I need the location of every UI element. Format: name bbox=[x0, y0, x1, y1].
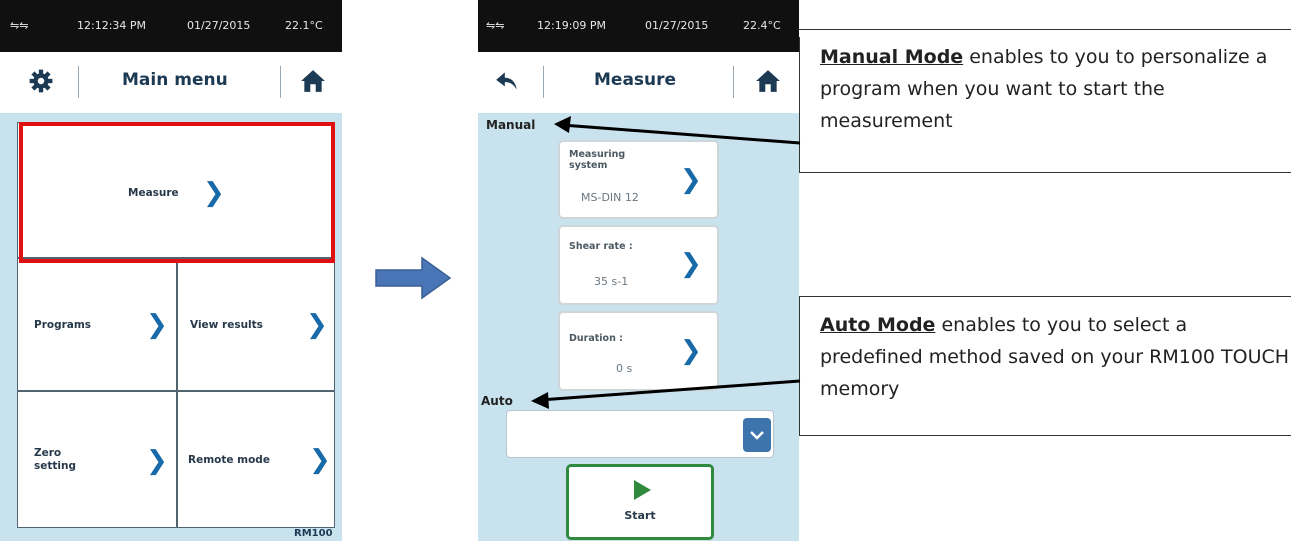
back-arrow-icon[interactable] bbox=[494, 68, 520, 94]
header-divider bbox=[280, 66, 281, 98]
manual-note-top-rule bbox=[799, 29, 1291, 30]
duration-card[interactable]: Duration : 0 s ❯ bbox=[558, 311, 719, 391]
status-bar: ⇋⇋ 12:12:34 PM 01/27/2015 22.1°C bbox=[0, 0, 342, 52]
usb-icon: ⇋⇋ bbox=[486, 19, 505, 32]
chevron-right-icon: ❯ bbox=[146, 310, 168, 340]
header-bar: Main menu bbox=[0, 52, 342, 113]
duration-label: Duration : bbox=[569, 333, 623, 344]
chevron-right-icon: ❯ bbox=[146, 446, 168, 476]
measuring-system-label: Measuring system bbox=[569, 149, 625, 171]
zero-setting-label-line1: Zero bbox=[34, 447, 62, 459]
status-bar: ⇋⇋ 12:19:09 PM 01/27/2015 22.4°C bbox=[478, 0, 799, 52]
measuring-system-label-line2: system bbox=[569, 160, 608, 171]
auto-section-label: Auto bbox=[481, 394, 513, 408]
main-menu-screen: ⇋⇋ 12:12:34 PM 01/27/2015 22.1°C Main me… bbox=[0, 0, 342, 541]
chevron-right-icon: ❯ bbox=[306, 310, 328, 340]
chevron-right-icon: ❯ bbox=[309, 445, 331, 475]
dropdown-button[interactable] bbox=[743, 418, 771, 452]
status-date: 01/27/2015 bbox=[187, 19, 251, 32]
usb-icon: ⇋⇋ bbox=[10, 19, 29, 32]
measure-highlight-box bbox=[19, 122, 335, 263]
page-title: Measure bbox=[594, 70, 677, 90]
chevron-right-icon: ❯ bbox=[680, 249, 702, 279]
measure-screen: ⇋⇋ 12:19:09 PM 01/27/2015 22.4°C Measure… bbox=[478, 0, 799, 541]
shear-rate-label: Shear rate : bbox=[569, 241, 633, 252]
measuring-system-value: MS-DIN 12 bbox=[581, 191, 639, 204]
header-divider bbox=[543, 66, 544, 98]
status-time: 12:12:34 PM bbox=[77, 19, 147, 32]
view-results-label: View results bbox=[190, 319, 263, 331]
programs-tile[interactable]: Programs ❯ bbox=[17, 258, 177, 391]
measuring-system-label-line1: Measuring bbox=[569, 149, 626, 160]
status-date: 01/27/2015 bbox=[645, 19, 709, 32]
home-icon[interactable] bbox=[300, 68, 326, 94]
page-title: Main menu bbox=[122, 70, 228, 90]
gear-icon[interactable] bbox=[28, 68, 54, 94]
header-divider bbox=[733, 66, 734, 98]
manual-mode-title: Manual Mode bbox=[820, 46, 964, 68]
auto-mode-note: Auto Mode enables to you to select a pre… bbox=[799, 296, 1291, 436]
zero-setting-tile[interactable]: Zero setting ❯ bbox=[17, 391, 177, 528]
zero-setting-label-line2: setting bbox=[34, 460, 76, 472]
status-temperature: 22.4°C bbox=[743, 19, 781, 32]
auto-mode-title: Auto Mode bbox=[820, 314, 936, 336]
zero-setting-label: Zero setting bbox=[34, 447, 76, 473]
manual-mode-note: Manual Mode enables to you to personaliz… bbox=[799, 37, 1291, 173]
status-time: 12:19:09 PM bbox=[537, 19, 607, 32]
chevron-right-icon: ❯ bbox=[680, 336, 702, 366]
remote-mode-tile[interactable]: Remote mode ❯ bbox=[177, 391, 335, 528]
start-button[interactable]: Start bbox=[566, 464, 714, 540]
view-results-tile[interactable]: View results ❯ bbox=[177, 258, 335, 391]
remote-mode-label: Remote mode bbox=[188, 454, 270, 466]
model-label: RM100 bbox=[294, 528, 333, 539]
header-bar: Measure bbox=[478, 52, 799, 113]
shear-rate-value: 35 s-1 bbox=[594, 275, 629, 288]
chevron-down-icon bbox=[750, 431, 764, 440]
play-icon bbox=[634, 480, 651, 500]
start-label: Start bbox=[624, 509, 656, 522]
measuring-system-card[interactable]: Measuring system MS-DIN 12 ❯ bbox=[558, 140, 719, 219]
method-select[interactable] bbox=[506, 410, 774, 458]
header-divider bbox=[78, 66, 79, 98]
right-arrow-icon bbox=[375, 256, 452, 300]
shear-rate-card[interactable]: Shear rate : 35 s-1 ❯ bbox=[558, 225, 719, 305]
manual-section-label: Manual bbox=[486, 118, 536, 132]
chevron-right-icon: ❯ bbox=[680, 165, 702, 195]
duration-value: 0 s bbox=[616, 362, 633, 375]
status-temperature: 22.1°C bbox=[285, 19, 323, 32]
home-icon[interactable] bbox=[755, 68, 781, 94]
programs-label: Programs bbox=[34, 319, 92, 331]
